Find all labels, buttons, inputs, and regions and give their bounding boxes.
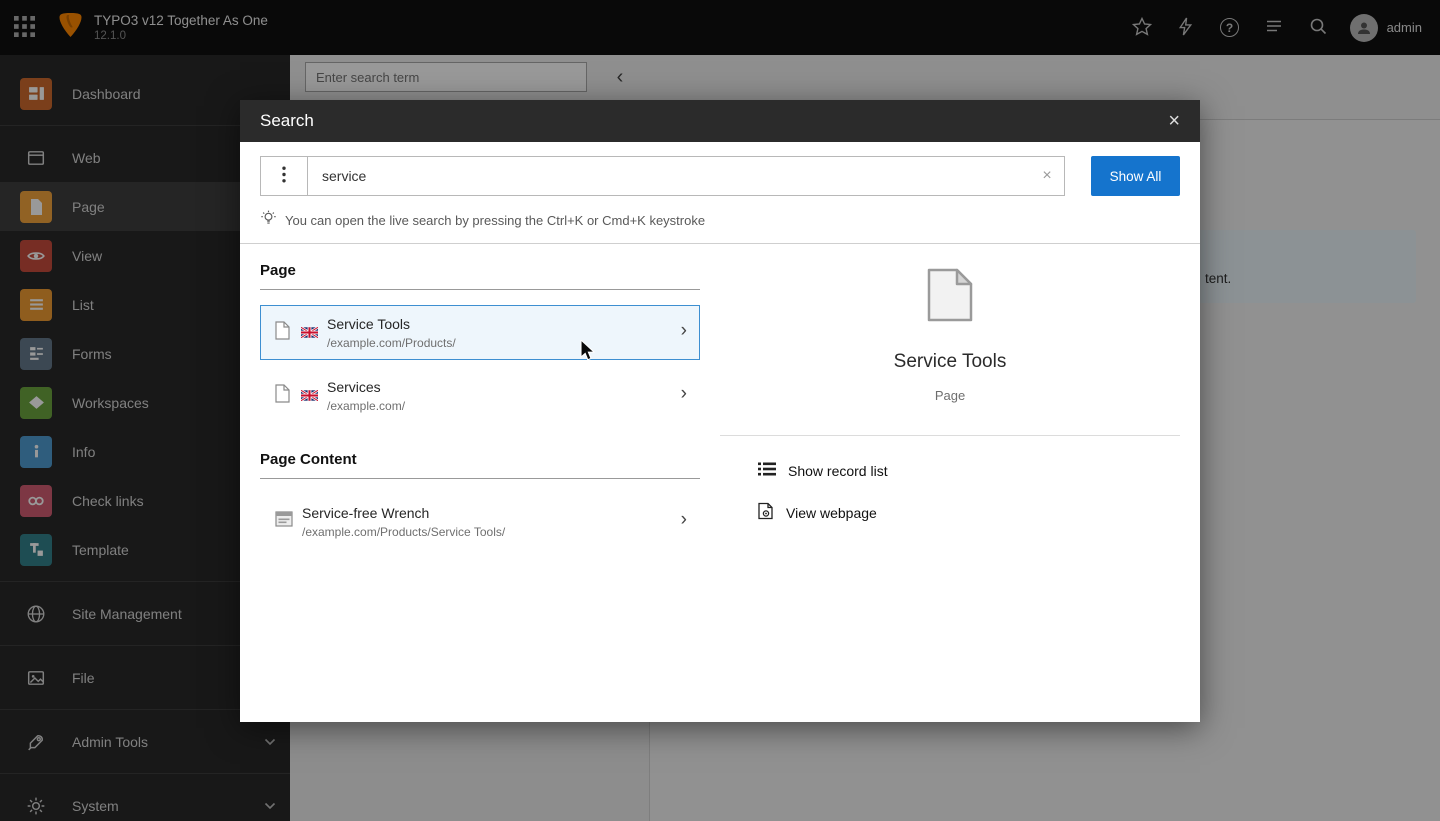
detail-type: Page <box>934 388 966 403</box>
big-page-icon <box>720 268 1180 327</box>
modal-search-field-wrap: × <box>307 156 1065 196</box>
vertical-ellipsis-icon <box>282 166 286 186</box>
search-result-services[interactable]: Services /example.com/ › <box>260 368 700 423</box>
show-record-list-action[interactable]: Show record list <box>758 462 1180 479</box>
chevron-right-icon: › <box>680 382 687 404</box>
result-path: /example.com/Products/Service Tools/ <box>302 524 506 539</box>
content-element-icon <box>275 511 293 532</box>
result-detail-panel: Service Tools Page Show record list View… <box>720 260 1180 549</box>
lightbulb-icon <box>260 210 277 230</box>
modal-header: Search × <box>240 100 1200 142</box>
page-doc-icon <box>275 320 290 345</box>
result-title: Service Tools <box>327 315 411 332</box>
uk-flag-icon <box>301 390 318 401</box>
modal-search-row: × Show All <box>260 156 1180 196</box>
chevron-right-icon: › <box>680 508 687 530</box>
modal-body: × Show All You can open the live search … <box>240 142 1200 549</box>
detail-title: Service Tools <box>893 351 1007 372</box>
action-label: Show record list <box>788 462 888 479</box>
action-label: View webpage <box>786 504 877 521</box>
divider <box>720 435 1180 436</box>
result-text: Service Tools /example.com/Products/ <box>327 315 456 351</box>
result-title: Service-free Wrench <box>302 504 430 521</box>
clear-search-icon[interactable]: × <box>1035 164 1059 188</box>
page-doc-icon <box>275 383 290 408</box>
result-path: /example.com/Products/ <box>327 335 456 350</box>
result-path: /example.com/ <box>327 398 406 413</box>
group-heading-page: Page <box>260 260 700 290</box>
hint-text: You can open the live search by pressing… <box>285 212 706 228</box>
result-title: Services <box>327 378 381 395</box>
view-webpage-action[interactable]: View webpage <box>758 502 1180 523</box>
uk-flag-icon <box>301 327 318 338</box>
chevron-right-icon: › <box>680 319 687 341</box>
group-heading-page-content: Page Content <box>260 449 700 479</box>
search-result-service-tools[interactable]: Service Tools /example.com/Products/ › <box>260 305 700 360</box>
search-modal: Search × × Show All You can open the liv… <box>240 100 1200 722</box>
result-text: Services /example.com/ <box>327 378 405 414</box>
search-result-service-free-wrench[interactable]: Service-free Wrench /example.com/Product… <box>260 494 700 549</box>
detail-actions: Show record list View webpage <box>720 462 1180 523</box>
close-icon[interactable]: × <box>1168 111 1180 131</box>
keyboard-hint: You can open the live search by pressing… <box>260 210 1180 230</box>
modal-title: Search <box>260 111 314 130</box>
result-text: Service-free Wrench /example.com/Product… <box>302 504 505 540</box>
search-results: Page Service Tools /example.com/Products… <box>260 244 1180 549</box>
view-webpage-icon <box>758 502 774 523</box>
record-list-icon <box>758 462 776 479</box>
show-all-button[interactable]: Show All <box>1091 156 1180 196</box>
results-column: Page Service Tools /example.com/Products… <box>260 260 700 549</box>
search-options-button[interactable] <box>260 156 308 196</box>
modal-search-input[interactable] <box>307 156 1065 196</box>
